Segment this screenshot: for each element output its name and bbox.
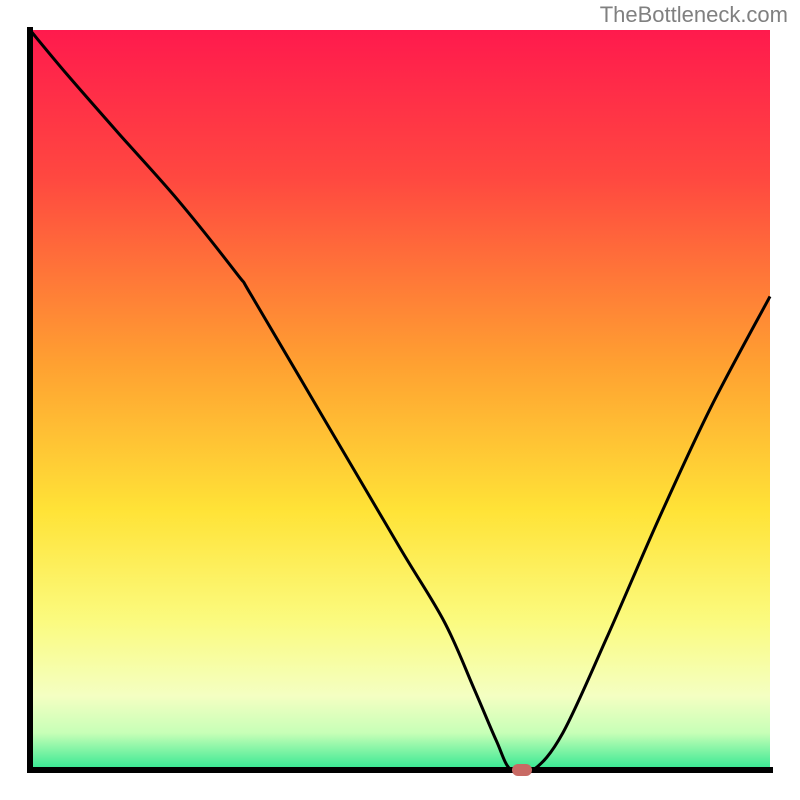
optimal-point-marker — [512, 764, 532, 776]
watermark-text: TheBottleneck.com — [600, 2, 788, 28]
chart-svg — [0, 0, 800, 800]
plot-background — [30, 30, 770, 770]
chart-container: TheBottleneck.com — [0, 0, 800, 800]
